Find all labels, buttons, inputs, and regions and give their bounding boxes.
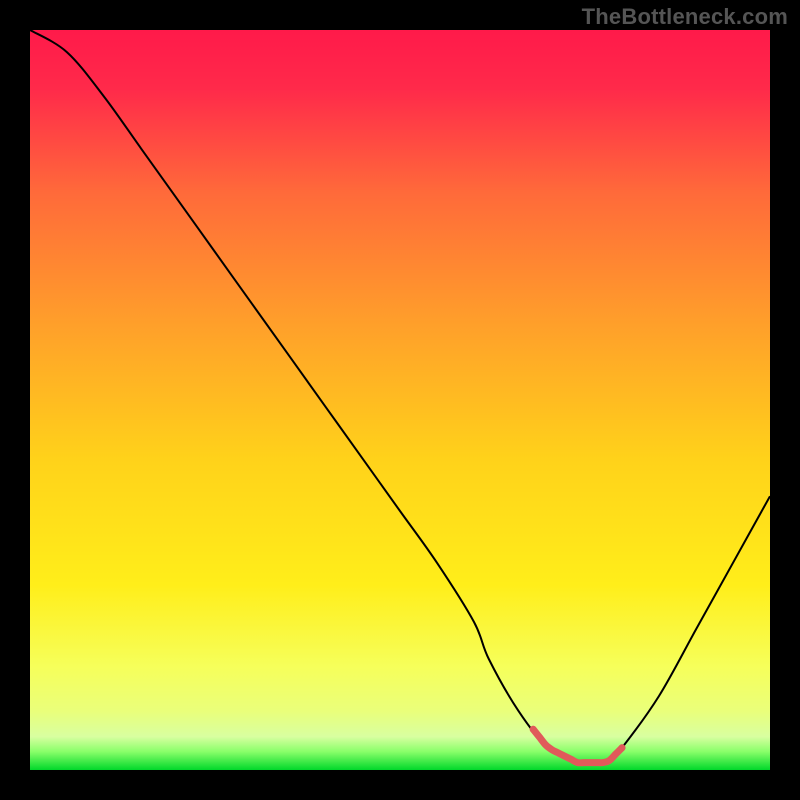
- chart-container: TheBottleneck.com: [0, 0, 800, 800]
- bottleneck-curve: [30, 30, 770, 770]
- plot-area: [30, 30, 770, 770]
- curve-highlight: [533, 729, 622, 763]
- curve-path: [30, 30, 770, 764]
- watermark-text: TheBottleneck.com: [582, 4, 788, 30]
